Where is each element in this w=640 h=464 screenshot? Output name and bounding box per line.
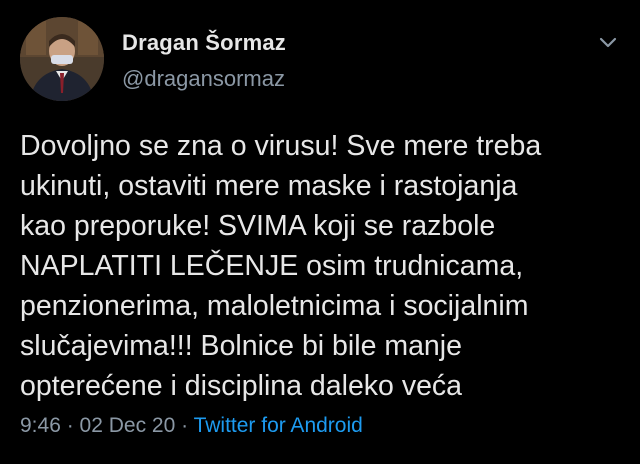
tweet: Dragan Šormaz @dragansormaz Dovoljno se … — [0, 0, 640, 464]
display-name[interactable]: Dragan Šormaz — [122, 30, 286, 56]
meta-separator: · — [175, 414, 194, 437]
avatar-photo — [20, 17, 104, 101]
tweet-source-link[interactable]: Twitter for Android — [194, 414, 363, 437]
tweet-text: Dovoljno se zna o virusu! Sve mere treba… — [20, 130, 542, 402]
tweet-meta: 9:46 · 02 Dec 20 · Twitter for Android — [20, 414, 363, 438]
meta-separator: · — [60, 414, 80, 437]
tweet-date[interactable]: 02 Dec 20 — [80, 414, 176, 437]
user-handle[interactable]: @dragansormaz — [122, 66, 285, 92]
chevron-down-icon[interactable] — [596, 30, 620, 54]
avatar[interactable] — [20, 17, 104, 101]
tweet-time[interactable]: 9:46 — [20, 414, 61, 437]
